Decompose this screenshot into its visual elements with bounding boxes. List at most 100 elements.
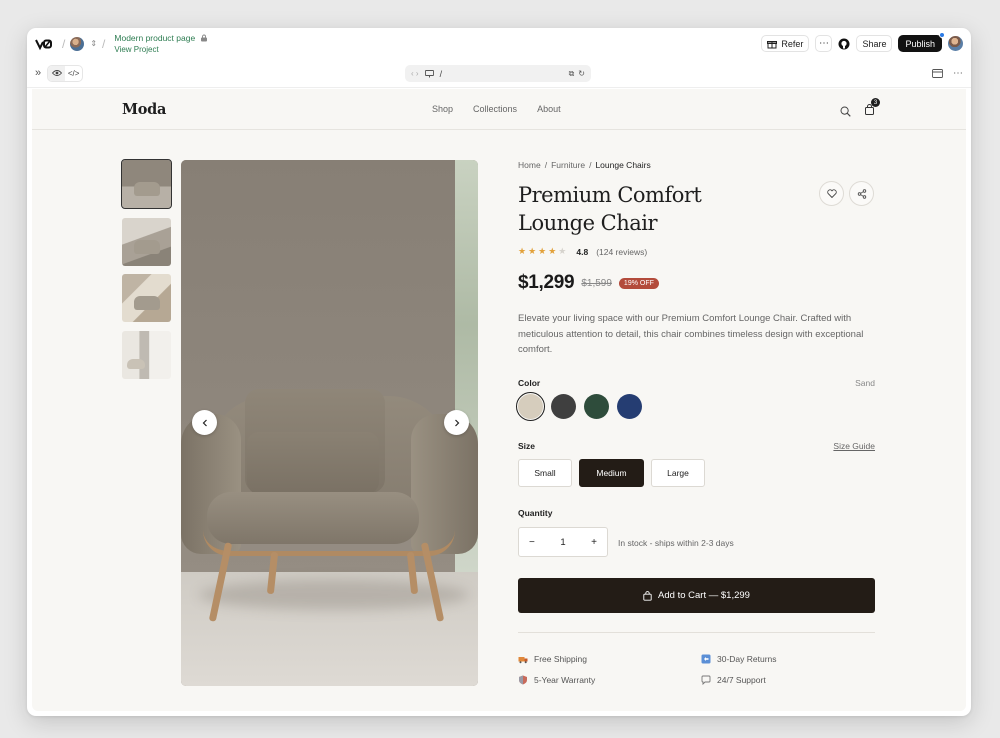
feature-label: Free Shipping: [534, 654, 587, 664]
more-icon[interactable]: ⋯: [953, 68, 963, 79]
notification-dot: [939, 32, 945, 38]
add-to-cart-button[interactable]: Add to Cart — $1,299: [518, 578, 875, 613]
fullscreen-icon[interactable]: [932, 68, 943, 78]
color-swatch-sand[interactable]: [515, 391, 546, 422]
site-preview: Moda Shop Collections About 3 Home / Fur…: [32, 89, 966, 711]
more-button[interactable]: ⋯: [815, 35, 833, 52]
code-icon[interactable]: </>: [65, 66, 82, 81]
expand-sidebar-icon[interactable]: »: [35, 67, 41, 79]
v0-logo-icon[interactable]: [35, 37, 53, 51]
feature-label: 5-Year Warranty: [534, 675, 596, 685]
gift-icon: [767, 40, 778, 48]
size-large-button[interactable]: Large: [651, 459, 705, 487]
refresh-icon[interactable]: ↻: [578, 69, 585, 79]
project-title-row[interactable]: Modern product page: [114, 33, 208, 44]
refer-label: Refer: [781, 38, 804, 49]
project-info: Modern product page View Project: [114, 33, 208, 55]
thumbnail-image: [134, 296, 160, 310]
product-title: Premium Comfort Lounge Chair: [518, 183, 702, 235]
quantity-value[interactable]: 1: [560, 537, 565, 548]
nav-shop[interactable]: Shop: [432, 104, 453, 114]
feature-free-shipping: Free Shipping: [518, 654, 587, 664]
size-medium-button[interactable]: Medium: [579, 459, 644, 487]
preview-eye-icon[interactable]: [48, 65, 66, 81]
size-small-button[interactable]: Small: [518, 459, 572, 487]
lock-icon: [201, 34, 208, 42]
view-mode-toggle: </>: [47, 64, 84, 82]
chevron-right-icon: [454, 419, 459, 426]
back-forward-icon[interactable]: ‹ ›: [411, 69, 419, 78]
rating-row: ★★★★★ 4.8 (124 reviews): [518, 246, 647, 257]
decrease-quantity-button[interactable]: −: [529, 537, 535, 548]
url-bar[interactable]: ‹ › / ⧉ ↻: [405, 65, 591, 82]
user-avatar[interactable]: [948, 36, 963, 51]
thumbnail-1[interactable]: [121, 159, 172, 209]
brand-logo[interactable]: Moda: [122, 101, 166, 118]
product-details: Home / Furniture / Lounge Chairs Premium…: [515, 89, 876, 711]
empty-star: ★: [558, 246, 569, 256]
breadcrumb-separator: /: [544, 160, 548, 170]
chair-pillow-front: [247, 432, 379, 494]
wishlist-button[interactable]: [819, 181, 844, 206]
share-icon: [857, 188, 866, 199]
feature-returns: 30-Day Returns: [701, 654, 777, 664]
chevron-updown-icon[interactable]: ⇕: [90, 39, 97, 48]
increase-quantity-button[interactable]: +: [591, 537, 597, 548]
view-project-link[interactable]: View Project: [114, 44, 208, 55]
color-swatch-navy[interactable]: [617, 394, 642, 419]
preview-toolbar: » </> ‹ › / ⧉ ↻ ⋯: [27, 59, 971, 88]
quantity-stepper: − 1 +: [518, 527, 608, 557]
thumbnail-image: [127, 359, 145, 369]
prev-image-button[interactable]: [192, 410, 217, 435]
feature-warranty: 5-Year Warranty: [518, 675, 595, 685]
divider: [518, 632, 875, 633]
app-topbar: / ⇕ / Modern product page View Project R…: [27, 28, 971, 59]
refer-button[interactable]: Refer: [761, 35, 810, 52]
breadcrumb-home[interactable]: Home: [518, 160, 541, 170]
share-label: Share: [862, 38, 887, 49]
color-label: Color: [518, 378, 541, 388]
thumbnail-3[interactable]: [122, 274, 171, 322]
next-image-button[interactable]: [444, 410, 469, 435]
review-count[interactable]: (124 reviews): [596, 247, 647, 257]
device-icon[interactable]: [424, 69, 434, 78]
thumbnail-image: [134, 182, 160, 196]
open-external-icon[interactable]: ⧉: [569, 69, 575, 79]
breadcrumb: Home / Furniture / Lounge Chairs: [518, 160, 651, 170]
url-path[interactable]: /: [440, 69, 443, 79]
app-window: / ⇕ / Modern product page View Project R…: [27, 28, 971, 716]
original-price: $1,599: [581, 277, 612, 289]
thumbnail-4[interactable]: [122, 331, 171, 379]
separator: /: [102, 36, 106, 51]
shield-icon: [519, 675, 527, 685]
share-button[interactable]: Share: [856, 35, 893, 52]
team-avatar[interactable]: [70, 36, 85, 51]
project-title[interactable]: Modern product page: [114, 33, 195, 44]
product-description: Elevate your living space with our Premi…: [518, 313, 864, 355]
thumbnail-2[interactable]: [122, 218, 171, 266]
filled-stars: ★★★★: [518, 246, 559, 256]
product-main-image: [181, 160, 478, 686]
breadcrumb-current: Lounge Chairs: [595, 160, 651, 170]
feature-label: 24/7 Support: [717, 675, 766, 685]
chat-bubble-icon: [701, 675, 711, 685]
size-guide-link[interactable]: Size Guide: [818, 441, 875, 451]
url-actions: ⧉ ↻: [569, 69, 585, 79]
color-swatch-charcoal[interactable]: [551, 394, 576, 419]
color-swatch-forest[interactable]: [584, 394, 609, 419]
quantity-label: Quantity: [518, 508, 553, 518]
shopping-bag-icon: [643, 590, 652, 601]
github-icon[interactable]: [838, 38, 850, 50]
nav-collections[interactable]: Collections: [473, 104, 517, 114]
chair-base: [203, 530, 455, 556]
publish-button[interactable]: Publish: [898, 32, 945, 52]
share-product-button[interactable]: [849, 181, 874, 206]
truck-icon: [518, 657, 528, 664]
preview-toolbar-left: » </>: [35, 64, 84, 82]
breadcrumb-furniture[interactable]: Furniture: [551, 160, 585, 170]
feature-label: 30-Day Returns: [717, 654, 777, 664]
feature-support: 24/7 Support: [701, 675, 766, 685]
heart-icon: [826, 189, 837, 198]
preview-toolbar-right: ⋯: [932, 68, 963, 79]
size-label: Size: [518, 441, 536, 451]
